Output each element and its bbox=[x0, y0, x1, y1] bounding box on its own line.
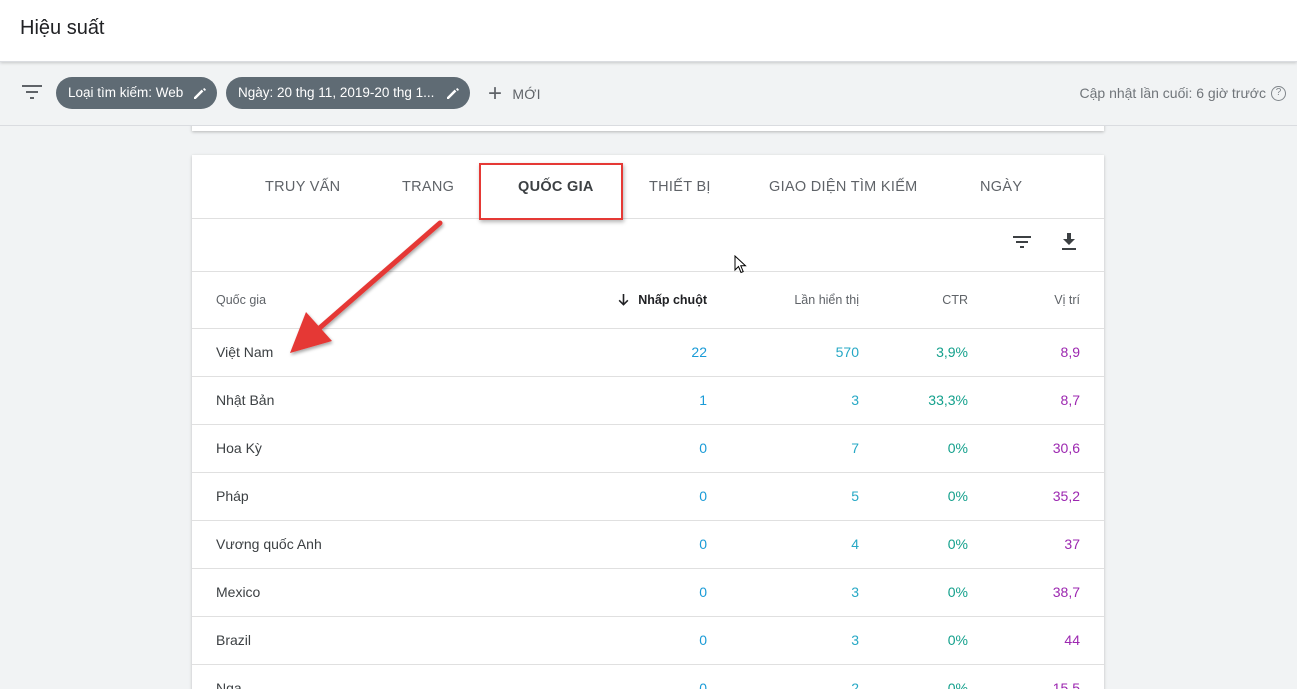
filter-rows-icon[interactable] bbox=[1012, 234, 1032, 250]
table-toolbar bbox=[192, 219, 1104, 272]
last-updated: Cập nhật lần cuối: 6 giờ trước ? bbox=[1079, 85, 1286, 101]
cell-ctr: 3,9% bbox=[936, 344, 968, 360]
cell-position: 8,9 bbox=[1060, 344, 1080, 360]
cell-country: Nga bbox=[216, 680, 242, 689]
last-updated-text: Cập nhật lần cuối: 6 giờ trước bbox=[1079, 85, 1267, 101]
mouse-pointer-icon bbox=[734, 255, 747, 274]
column-header-clicks-label: Nhấp chuột bbox=[638, 293, 707, 307]
dimension-table-card: TRUY VẤN TRANG QUỐC GIA THIẾT BỊ GIAO DI… bbox=[192, 155, 1104, 689]
new-filter-label: MỚI bbox=[512, 86, 541, 102]
edit-pencil-icon[interactable] bbox=[445, 85, 461, 101]
cell-country: Hoa Kỳ bbox=[216, 440, 262, 456]
edit-pencil-icon[interactable] bbox=[192, 85, 208, 101]
table-header: Quốc gia Nhấp chuột Lần hiển thị CTR Vị … bbox=[192, 272, 1104, 329]
cell-country: Mexico bbox=[216, 584, 261, 600]
table-row[interactable]: Việt Nam 22 570 3,9% 8,9 bbox=[192, 329, 1104, 377]
cell-country: Brazil bbox=[216, 632, 252, 648]
cell-country: Vương quốc Anh bbox=[216, 536, 322, 552]
search-type-chip-label: Loại tìm kiếm: Web bbox=[68, 85, 184, 100]
cell-clicks: 22 bbox=[691, 344, 707, 360]
cell-country: Pháp bbox=[216, 488, 249, 504]
sort-descending-icon bbox=[618, 294, 629, 306]
column-header-position[interactable]: Vị trí bbox=[1054, 272, 1080, 329]
cell-ctr: 0% bbox=[947, 584, 968, 600]
cell-impressions: 3 bbox=[851, 632, 859, 648]
date-range-chip-label: Ngày: 20 thg 11, 2019-20 thg 1... bbox=[238, 85, 435, 100]
cell-position: 15,5 bbox=[1052, 680, 1080, 689]
cell-country: Việt Nam bbox=[216, 344, 274, 360]
cell-impressions: 2 bbox=[851, 680, 859, 689]
annotation-highlight-box bbox=[479, 163, 623, 220]
download-icon[interactable] bbox=[1060, 232, 1078, 252]
column-header-clicks[interactable]: Nhấp chuột bbox=[618, 272, 707, 329]
cell-impressions: 3 bbox=[851, 584, 859, 600]
cell-position: 37 bbox=[1064, 536, 1080, 552]
dimension-tabs: TRUY VẤN TRANG QUỐC GIA THIẾT BỊ GIAO DI… bbox=[192, 155, 1104, 220]
cell-clicks: 0 bbox=[699, 584, 707, 600]
cell-position: 38,7 bbox=[1052, 584, 1080, 600]
tab-search-appearance[interactable]: GIAO DIỆN TÌM KIẾM bbox=[769, 155, 918, 219]
table-row[interactable]: Mexico 0 3 0% 38,7 bbox=[192, 569, 1104, 617]
cell-ctr: 0% bbox=[947, 680, 968, 689]
cell-position: 35,2 bbox=[1052, 488, 1080, 504]
filter-bar: Loại tìm kiếm: Web Ngày: 20 thg 11, 2019… bbox=[0, 62, 1297, 126]
tab-dates[interactable]: NGÀY bbox=[980, 155, 1022, 219]
new-filter-button[interactable]: + MỚI bbox=[488, 82, 541, 106]
date-range-chip[interactable]: Ngày: 20 thg 11, 2019-20 thg 1... bbox=[226, 77, 470, 109]
help-icon[interactable]: ? bbox=[1271, 85, 1286, 101]
column-header-country[interactable]: Quốc gia bbox=[216, 272, 266, 329]
cell-clicks: 1 bbox=[699, 392, 707, 408]
cell-impressions: 7 bbox=[851, 440, 859, 456]
top-app-bar: Hiệu suất bbox=[0, 0, 1297, 62]
cell-clicks: 0 bbox=[699, 488, 707, 504]
filter-list-icon[interactable] bbox=[22, 84, 42, 100]
cell-ctr: 33,3% bbox=[928, 392, 968, 408]
cell-position: 44 bbox=[1064, 632, 1080, 648]
cell-ctr: 0% bbox=[947, 440, 968, 456]
cell-clicks: 0 bbox=[699, 440, 707, 456]
search-type-chip[interactable]: Loại tìm kiếm: Web bbox=[56, 77, 217, 109]
cell-ctr: 0% bbox=[947, 632, 968, 648]
cell-impressions: 570 bbox=[835, 344, 859, 360]
page-title: Hiệu suất bbox=[20, 17, 105, 39]
table-row[interactable]: Brazil 0 3 0% 44 bbox=[192, 617, 1104, 665]
cell-position: 8,7 bbox=[1060, 392, 1080, 408]
cell-ctr: 0% bbox=[947, 488, 968, 504]
table-row[interactable]: Nhật Bản 1 3 33,3% 8,7 bbox=[192, 377, 1104, 425]
table-row[interactable]: Nga 0 2 0% 15,5 bbox=[192, 665, 1104, 689]
table-row[interactable]: Vương quốc Anh 0 4 0% 37 bbox=[192, 521, 1104, 569]
tab-devices[interactable]: THIẾT BỊ bbox=[649, 155, 711, 219]
table-row[interactable]: Hoa Kỳ 0 7 0% 30,6 bbox=[192, 425, 1104, 473]
cell-impressions: 5 bbox=[851, 488, 859, 504]
column-header-ctr[interactable]: CTR bbox=[942, 272, 968, 329]
tab-pages[interactable]: TRANG bbox=[402, 155, 454, 219]
cell-clicks: 0 bbox=[699, 632, 707, 648]
cell-country: Nhật Bản bbox=[216, 392, 275, 408]
plus-icon: + bbox=[488, 80, 503, 107]
cell-impressions: 4 bbox=[851, 536, 859, 552]
tab-queries[interactable]: TRUY VẤN bbox=[265, 155, 340, 219]
cell-clicks: 0 bbox=[699, 680, 707, 689]
cell-impressions: 3 bbox=[851, 392, 859, 408]
table-body: Việt Nam 22 570 3,9% 8,9 Nhật Bản 1 3 33… bbox=[192, 329, 1104, 689]
table-row[interactable]: Pháp 0 5 0% 35,2 bbox=[192, 473, 1104, 521]
cell-position: 30,6 bbox=[1052, 440, 1080, 456]
cell-clicks: 0 bbox=[699, 536, 707, 552]
cell-ctr: 0% bbox=[947, 536, 968, 552]
column-header-impressions[interactable]: Lần hiển thị bbox=[794, 272, 859, 329]
